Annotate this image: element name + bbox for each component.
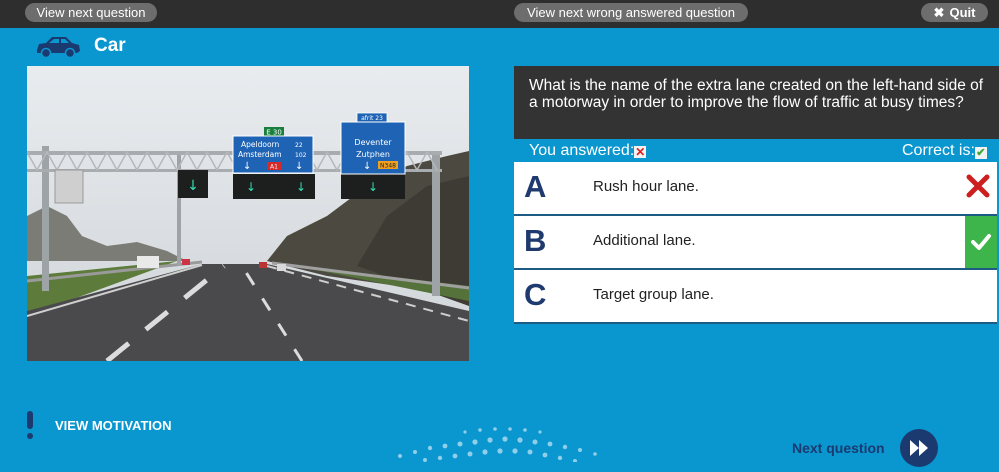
option-letter: B bbox=[524, 223, 547, 258]
check-icon bbox=[971, 234, 991, 250]
exclamation-icon bbox=[27, 411, 33, 429]
sign-n348-badge: N348 bbox=[380, 163, 396, 170]
sign-apeldoorn-distance: 22 bbox=[295, 142, 303, 149]
sign-apeldoorn: Apeldoorn bbox=[241, 140, 279, 149]
top-bar: View next question View next wrong answe… bbox=[0, 0, 999, 28]
question-photo: ↓ ↓ ↓ ↓ E 30 Apeldoorn 22 Amsterdam 102 … bbox=[27, 66, 469, 361]
svg-text:↓: ↓ bbox=[295, 161, 303, 172]
you-answered: You answered:✕ bbox=[529, 142, 647, 160]
view-motivation-label: VIEW MOTIVATION bbox=[55, 418, 172, 433]
quit-label: Quit bbox=[949, 5, 976, 20]
next-question-label[interactable]: Next question bbox=[792, 440, 885, 456]
next-question-button[interactable] bbox=[900, 429, 938, 467]
sign-a1-badge: A1 bbox=[270, 164, 278, 171]
you-answered-label: You answered: bbox=[529, 142, 635, 159]
wrong-x-icon bbox=[966, 174, 990, 198]
sign-deventer: Deventer bbox=[354, 138, 392, 147]
question-box: What is the name of the extra lane creat… bbox=[514, 66, 999, 139]
svg-text:↓: ↓ bbox=[363, 161, 371, 172]
option-letter: C bbox=[524, 277, 547, 312]
option-text: Additional lane. bbox=[593, 232, 696, 249]
svg-text:↓: ↓ bbox=[368, 180, 378, 194]
question-text: What is the name of the extra lane creat… bbox=[529, 77, 984, 111]
sign-exit: afrit 23 bbox=[361, 115, 383, 122]
svg-text:↓: ↓ bbox=[187, 178, 199, 194]
svg-text:↓: ↓ bbox=[246, 180, 256, 194]
correct-is: Correct is:✔ bbox=[902, 142, 987, 160]
correct-is-label: Correct is: bbox=[902, 142, 975, 159]
sign-amsterdam: Amsterdam bbox=[238, 150, 282, 159]
sign-route-code: E 30 bbox=[266, 129, 282, 137]
correct-check-icon: ✔ bbox=[974, 147, 987, 159]
fast-forward-icon bbox=[910, 440, 928, 456]
answer-option-a[interactable]: A Rush hour lane. bbox=[514, 162, 997, 216]
option-text: Rush hour lane. bbox=[593, 178, 699, 195]
option-letter: A bbox=[524, 169, 547, 204]
option-text: Target group lane. bbox=[593, 286, 714, 303]
exclamation-dot bbox=[27, 433, 33, 439]
wrong-mark-icon: ✕ bbox=[634, 145, 647, 159]
car-icon bbox=[37, 37, 80, 59]
quit-button[interactable]: ✖ Quit bbox=[921, 3, 988, 22]
sign-zutphen: Zutphen bbox=[356, 150, 390, 159]
view-next-question-button[interactable]: View next question bbox=[25, 3, 157, 22]
category-title: Car bbox=[94, 35, 126, 56]
answer-option-b[interactable]: B Additional lane. bbox=[514, 216, 997, 270]
svg-text:↓: ↓ bbox=[243, 161, 251, 172]
view-next-wrong-question-button[interactable]: View next wrong answered question bbox=[514, 3, 748, 22]
answer-option-c[interactable]: C Target group lane. bbox=[514, 270, 997, 324]
close-icon: ✖ bbox=[933, 5, 945, 20]
svg-text:↓: ↓ bbox=[296, 180, 306, 194]
decorative-dots bbox=[398, 427, 597, 462]
sign-amsterdam-distance: 102 bbox=[295, 152, 307, 159]
correct-indicator bbox=[965, 216, 997, 268]
